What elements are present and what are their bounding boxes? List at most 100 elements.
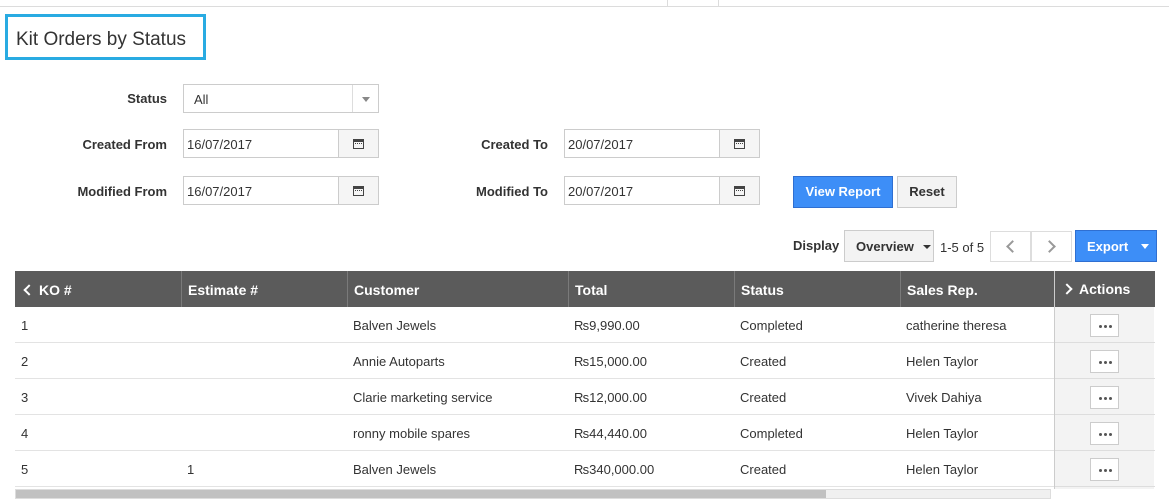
scrollbar-thumb[interactable]	[16, 490, 826, 498]
modified-from-value: 16/07/2017	[187, 184, 253, 199]
table-row[interactable]: 1 Balven Jewels ₨9,990.00 Completed cath…	[15, 307, 1055, 343]
ellipsis-icon	[1099, 433, 1102, 436]
cell-estimate	[181, 379, 187, 415]
page-title: Kit Orders by Status	[16, 29, 187, 50]
cell-sales-rep: Helen Taylor	[906, 462, 979, 477]
cell-status: Created	[740, 354, 787, 369]
cell-status: Completed	[740, 426, 803, 441]
cell-status: Completed	[740, 318, 803, 333]
column-header-customer[interactable]: Customer	[347, 271, 568, 307]
column-header-estimate[interactable]: Estimate #	[181, 271, 347, 307]
display-dropdown[interactable]: Overview	[844, 230, 934, 262]
ellipsis-icon	[1099, 397, 1102, 400]
page-title-highlight: Kit Orders by Status	[5, 14, 206, 60]
created-from-value: 16/07/2017	[187, 137, 253, 152]
column-header-ko[interactable]: KO #	[15, 271, 181, 307]
kit-orders-table: KO # Estimate # Customer Total Status Sa…	[15, 271, 1055, 487]
cell-status: Created	[740, 462, 787, 477]
column-header-total[interactable]: Total	[568, 271, 734, 307]
export-label: Export	[1087, 239, 1129, 254]
table-row[interactable]: 2 Annie Autoparts ₨15,000.00 Created Hel…	[15, 343, 1055, 379]
caret-down-icon	[923, 245, 931, 249]
cell-ko: 4	[21, 426, 29, 441]
calendar-button[interactable]	[338, 130, 378, 157]
row-actions-button[interactable]	[1090, 350, 1119, 373]
modified-to-label: Modified To	[476, 184, 548, 199]
cell-customer: Balven Jewels	[353, 318, 437, 333]
status-label: Status	[127, 91, 167, 106]
row-actions-button[interactable]	[1090, 422, 1119, 445]
cell-ko: 3	[21, 390, 29, 405]
ellipsis-icon	[1099, 469, 1102, 472]
cell-customer: ronny mobile spares	[353, 426, 471, 441]
column-header-sales-rep[interactable]: Sales Rep.	[900, 271, 1055, 307]
created-to-value: 20/07/2017	[568, 137, 634, 152]
table-row[interactable]: 4 ronny mobile spares ₨44,440.00 Complet…	[15, 415, 1055, 451]
cell-sales-rep: Vivek Dahiya	[906, 390, 982, 405]
display-dropdown-value: Overview	[856, 239, 914, 254]
scroll-right-icon[interactable]	[1061, 283, 1073, 295]
reset-button[interactable]: Reset	[897, 176, 957, 208]
ellipsis-icon	[1099, 325, 1102, 328]
scroll-left-icon[interactable]	[23, 284, 35, 296]
next-page-button[interactable]	[1031, 231, 1072, 262]
cell-estimate	[181, 415, 187, 451]
export-button[interactable]: Export	[1075, 230, 1157, 262]
cell-ko: 5	[21, 462, 29, 477]
cell-status: Created	[740, 390, 787, 405]
status-select-value: All	[194, 92, 209, 107]
actions-cell	[1055, 379, 1155, 415]
prev-page-button[interactable]	[990, 231, 1031, 262]
status-select[interactable]: All	[183, 84, 379, 113]
calendar-button[interactable]	[338, 177, 378, 204]
chevron-right-icon	[1043, 240, 1056, 253]
calendar-button[interactable]	[719, 177, 759, 204]
table-row[interactable]: 5 1 Balven Jewels ₨340,000.00 Created He…	[15, 451, 1055, 487]
actions-cell	[1055, 415, 1155, 451]
column-header-actions[interactable]: Actions	[1055, 271, 1155, 307]
cell-sales-rep: catherine theresa	[906, 318, 1007, 333]
caret-down-icon	[1141, 244, 1149, 249]
chevron-left-icon	[1006, 240, 1019, 253]
cell-estimate	[181, 307, 187, 343]
created-from-label: Created From	[82, 137, 167, 152]
row-actions-button[interactable]	[1090, 314, 1119, 337]
actions-cell	[1055, 307, 1155, 343]
actions-cell	[1055, 343, 1155, 379]
cell-total: ₨15,000.00	[574, 354, 647, 369]
created-to-input[interactable]: 20/07/2017	[564, 129, 760, 158]
modified-to-input[interactable]: 20/07/2017	[564, 176, 760, 205]
calendar-icon	[353, 186, 364, 196]
calendar-icon	[734, 186, 745, 196]
chevron-down-icon[interactable]	[352, 85, 378, 112]
cell-sales-rep: Helen Taylor	[906, 426, 979, 441]
calendar-icon	[353, 139, 364, 149]
row-actions-button[interactable]	[1090, 386, 1119, 409]
table-row[interactable]: 3 Clarie marketing service ₨12,000.00 Cr…	[15, 379, 1055, 415]
cell-total: ₨9,990.00	[574, 318, 640, 333]
cell-customer: Clarie marketing service	[353, 390, 493, 405]
pager-text: 1-5 of 5	[940, 240, 985, 255]
modified-from-input[interactable]: 16/07/2017	[183, 176, 379, 205]
row-actions-button[interactable]	[1090, 458, 1119, 481]
cell-customer: Balven Jewels	[353, 462, 437, 477]
modified-to-value: 20/07/2017	[568, 184, 634, 199]
table-header: KO # Estimate # Customer Total Status Sa…	[15, 271, 1055, 307]
view-report-button[interactable]: View Report	[793, 176, 893, 208]
horizontal-scrollbar[interactable]	[15, 489, 1051, 499]
cell-total: ₨44,440.00	[574, 426, 647, 441]
calendar-button[interactable]	[719, 130, 759, 157]
actions-cell	[1055, 451, 1155, 487]
actions-column: Actions	[1054, 271, 1155, 489]
cell-estimate: 1	[187, 462, 195, 477]
display-label: Display	[793, 238, 840, 253]
cell-total: ₨340,000.00	[574, 462, 655, 477]
column-header-status[interactable]: Status	[734, 271, 900, 307]
created-from-input[interactable]: 16/07/2017	[183, 129, 379, 158]
cell-estimate	[181, 343, 187, 379]
calendar-icon	[734, 139, 745, 149]
ellipsis-icon	[1099, 361, 1102, 364]
modified-from-label: Modified From	[77, 184, 167, 199]
cell-sales-rep: Helen Taylor	[906, 354, 979, 369]
cell-customer: Annie Autoparts	[353, 354, 445, 369]
